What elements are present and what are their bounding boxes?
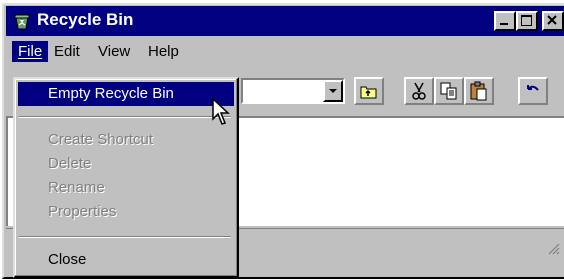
menu-close[interactable]: Close [18, 248, 234, 272]
minimize-button[interactable] [494, 11, 516, 31]
address-combo[interactable] [241, 78, 345, 104]
resize-grip-icon[interactable] [546, 241, 560, 255]
up-folder-button[interactable] [354, 77, 384, 105]
recycle-bin-icon [12, 11, 32, 31]
maximize-button[interactable] [516, 11, 538, 31]
menu-separator [19, 236, 231, 238]
menu-delete[interactable]: Delete [18, 152, 234, 176]
menu-help[interactable]: Help [142, 41, 185, 62]
menu-empty-recycle-bin[interactable]: Empty Recycle Bin [18, 82, 234, 106]
close-icon [547, 15, 557, 25]
cut-icon [412, 82, 426, 100]
cut-button[interactable] [404, 77, 434, 105]
undo-icon [527, 85, 539, 91]
paste-icon [470, 81, 487, 101]
close-button[interactable] [542, 11, 564, 31]
copy-button[interactable] [434, 77, 464, 105]
menu-edit[interactable]: Edit [48, 41, 86, 62]
undo-button[interactable] [518, 77, 548, 105]
window-title: Recycle Bin [37, 10, 134, 29]
copy-icon [440, 82, 457, 100]
up-folder-icon [360, 86, 377, 99]
maximize-icon [521, 15, 532, 26]
menu-separator [19, 116, 231, 118]
paste-button[interactable] [464, 77, 494, 105]
title-bar[interactable]: Recycle Bin [6, 6, 564, 36]
combo-dropdown-button[interactable] [323, 80, 343, 102]
file-menu-dropdown: Empty Recycle Bin Create Shortcut Delete… [13, 77, 239, 278]
menu-rename[interactable]: Rename [18, 176, 234, 200]
mouse-cursor-icon [212, 98, 230, 125]
minimize-icon [500, 23, 508, 25]
chevron-down-icon [329, 89, 337, 93]
menu-properties[interactable]: Properties [18, 200, 234, 224]
menu-file[interactable]: File [12, 41, 49, 62]
menu-bar: File Edit View Help [6, 38, 564, 66]
menu-view[interactable]: View [92, 41, 136, 62]
menu-create-shortcut[interactable]: Create Shortcut [18, 128, 234, 152]
